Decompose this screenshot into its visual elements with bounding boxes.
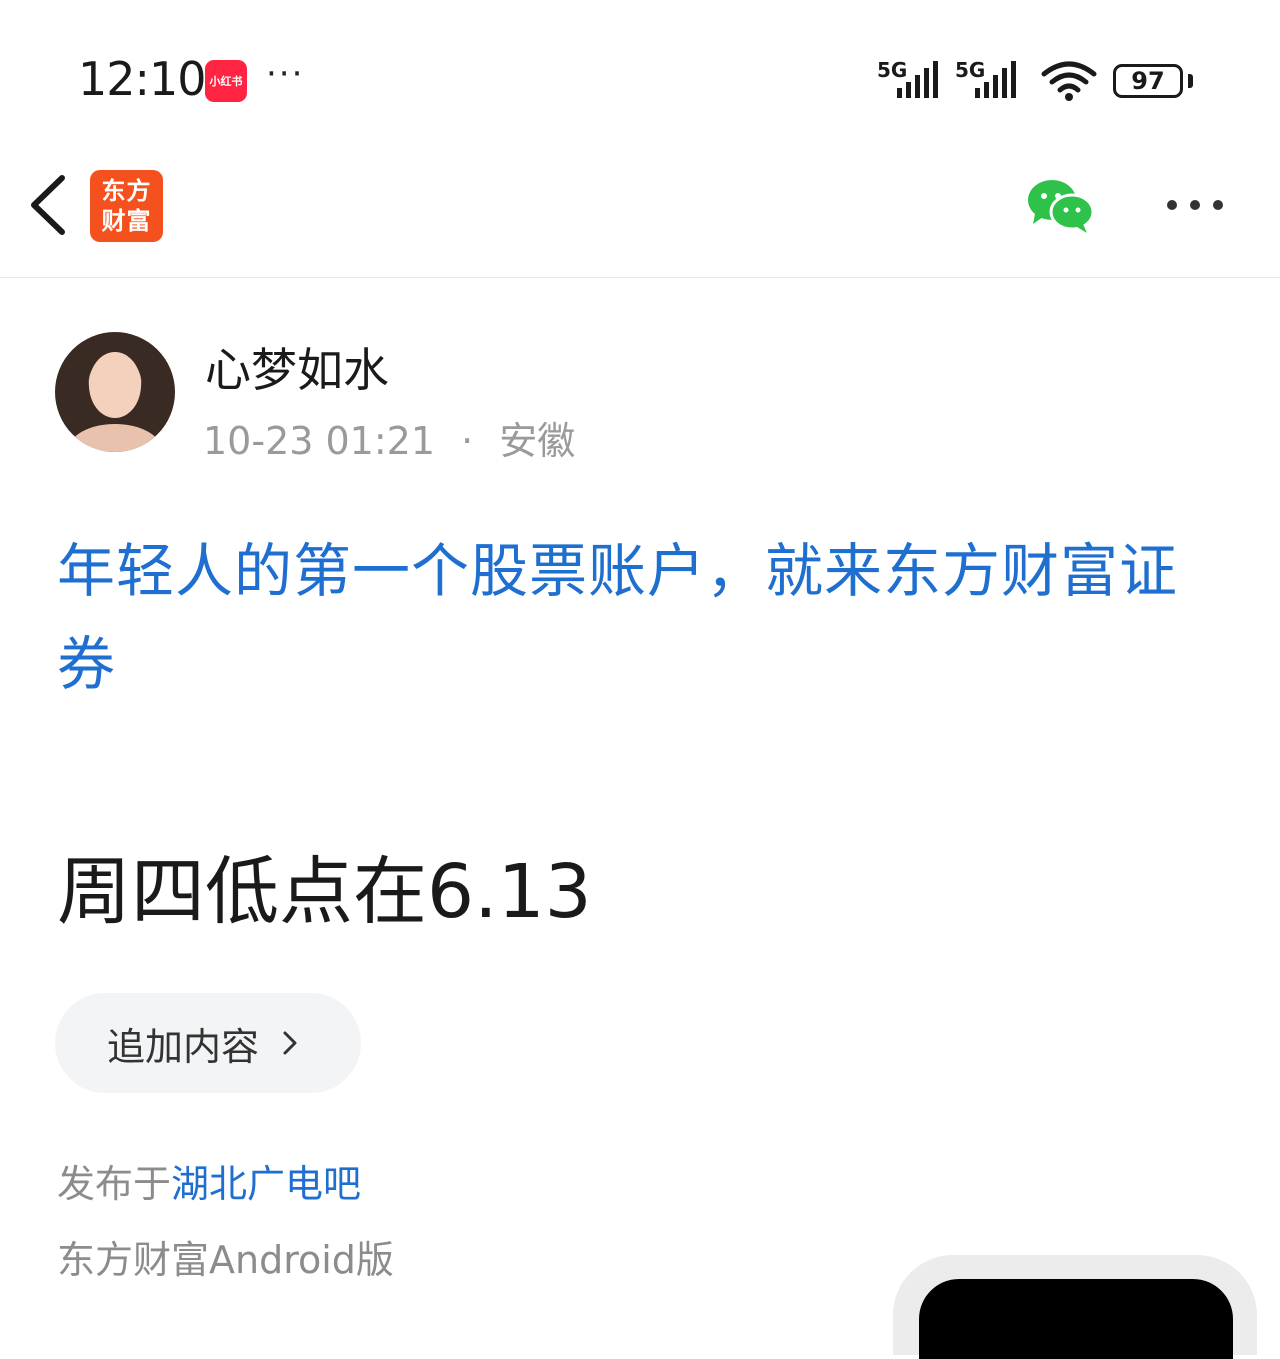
logo-text-line1: 东方 (101, 177, 152, 205)
meta-separator: · (461, 419, 474, 463)
back-arrow-icon[interactable] (24, 170, 74, 240)
wechat-share-icon[interactable] (1025, 176, 1097, 236)
eastmoney-logo[interactable]: 东方 财富 (90, 170, 163, 242)
logo-text-line2: 财富 (101, 207, 152, 235)
battery-cap (1188, 74, 1193, 88)
xiaohongshu-notification-icon: 小红书 (205, 60, 247, 102)
avatar-face (89, 352, 141, 418)
chevron-right-icon (283, 1031, 297, 1055)
wifi-icon (1041, 61, 1097, 101)
post-meta: 10-23 01:21 · 安徽 (203, 410, 575, 465)
promo-link[interactable]: 年轻人的第一个股票账户，就来东方财富证券 (57, 525, 1232, 711)
floating-action-bar[interactable] (893, 1255, 1257, 1359)
signal-bars-icon (897, 61, 938, 98)
published-prefix: 发布于 (57, 1162, 172, 1206)
status-time: 12:10 (78, 52, 207, 106)
status-bar: 12:10 小红书 ··· 5G 5G 97 (0, 0, 1280, 140)
post-location: 安徽 (499, 419, 576, 463)
append-content-label: 追加内容 (107, 1024, 260, 1069)
more-options-icon[interactable] (1160, 180, 1230, 230)
post-time: 10-23 01:21 (203, 419, 436, 463)
author-name[interactable]: 心梦如水 (205, 334, 389, 400)
signal-bars-icon (975, 61, 1016, 98)
published-in: 发布于湖北广电吧 (57, 1153, 361, 1208)
client-info: 东方财富Android版 (57, 1238, 394, 1282)
post-content: 周四低点在6.13 (57, 849, 592, 935)
floating-action-bar-inner[interactable] (919, 1279, 1233, 1359)
status-more-notifications: ··· (266, 54, 305, 94)
avatar-shoulders (69, 424, 161, 452)
top-nav-bar: 东方 财富 (0, 140, 1280, 278)
forum-link[interactable]: 湖北广电吧 (171, 1162, 361, 1206)
author-avatar[interactable] (55, 332, 175, 452)
battery-indicator: 97 (1113, 64, 1183, 98)
append-content-button[interactable]: 追加内容 (55, 993, 361, 1093)
